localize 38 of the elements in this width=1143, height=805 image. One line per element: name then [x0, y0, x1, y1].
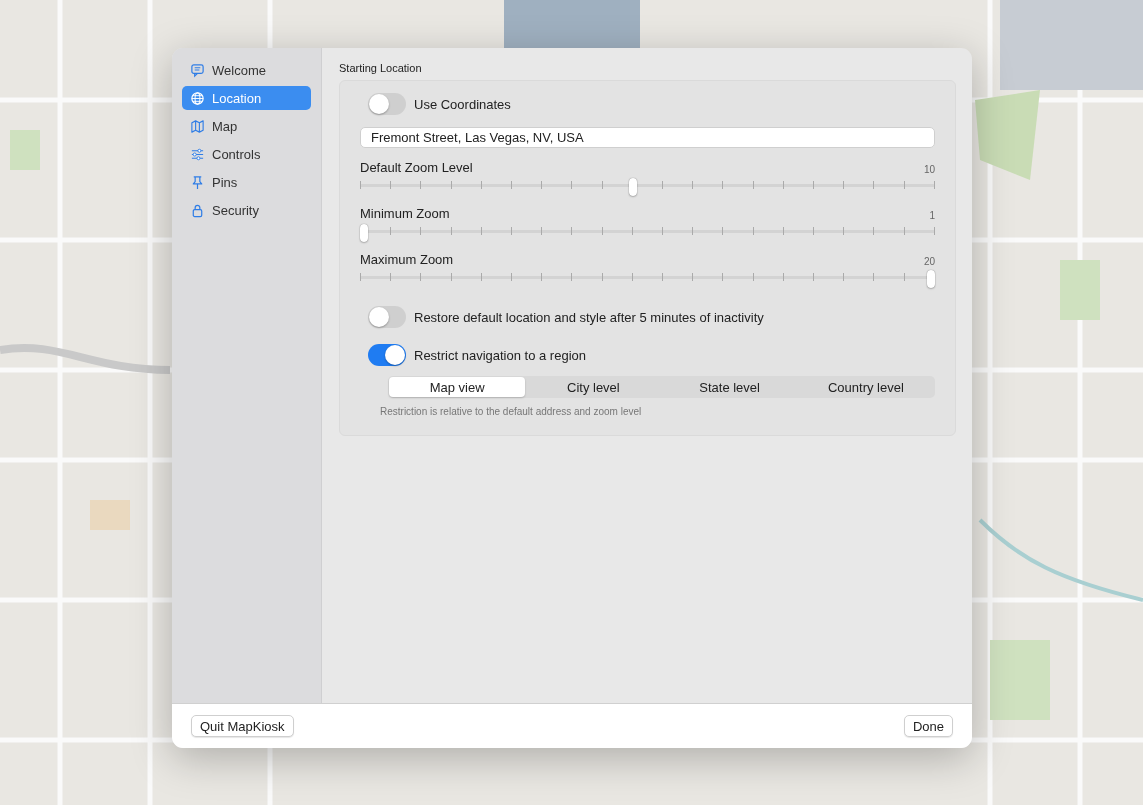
- section-title: Starting Location: [339, 62, 423, 74]
- slider-thumb[interactable]: [927, 270, 935, 288]
- chat-bubble-icon: [190, 62, 205, 78]
- slider-value: 1: [929, 210, 935, 221]
- sliders-icon: [190, 146, 205, 162]
- toggle-switch[interactable]: [368, 306, 406, 328]
- slider-value: 10: [923, 164, 935, 175]
- slider-label: Default Zoom Level: [360, 160, 473, 175]
- zoom-slider[interactable]: [360, 270, 935, 286]
- toggle-label: Restrict navigation to a region: [414, 347, 586, 363]
- sidebar-item[interactable]: Welcome: [182, 58, 311, 82]
- done-button[interactable]: Done: [903, 715, 953, 737]
- pushpin-icon: [190, 174, 205, 190]
- sidebar-item[interactable]: Map: [182, 114, 311, 138]
- segment[interactable]: City level: [525, 377, 662, 397]
- address-field[interactable]: Fremont Street, Las Vegas, NV, USA: [360, 127, 935, 148]
- segment[interactable]: State level: [661, 377, 798, 397]
- slider-label: Maximum Zoom: [360, 252, 454, 267]
- lock-icon: [190, 202, 205, 218]
- sidebar-item[interactable]: Security: [182, 198, 311, 222]
- zoom-slider[interactable]: [360, 178, 935, 194]
- quit-button[interactable]: Quit MapKiosk: [191, 715, 294, 737]
- sidebar-item[interactable]: Controls: [182, 142, 311, 166]
- zoom-slider[interactable]: [360, 224, 935, 240]
- map-icon: [190, 118, 205, 134]
- toggle-label: Use Coordinates: [414, 96, 511, 112]
- toggle-switch[interactable]: [368, 93, 406, 115]
- toggle-switch[interactable]: [368, 344, 406, 366]
- slider-thumb[interactable]: [628, 178, 637, 196]
- sidebar-item[interactable]: Pins: [182, 170, 311, 194]
- slider-value: 20: [923, 256, 935, 267]
- toggle-label: Restore default location and style after 5 minutes of inactivity: [414, 309, 764, 325]
- slider-thumb[interactable]: [360, 224, 368, 242]
- globe-icon: [190, 90, 205, 106]
- help-text: Restriction is relative to the default address and zoom level: [380, 406, 643, 417]
- slider-label: Minimum Zoom: [360, 206, 450, 221]
- segment[interactable]: Country level: [797, 377, 934, 397]
- segment[interactable]: Map view: [389, 377, 526, 397]
